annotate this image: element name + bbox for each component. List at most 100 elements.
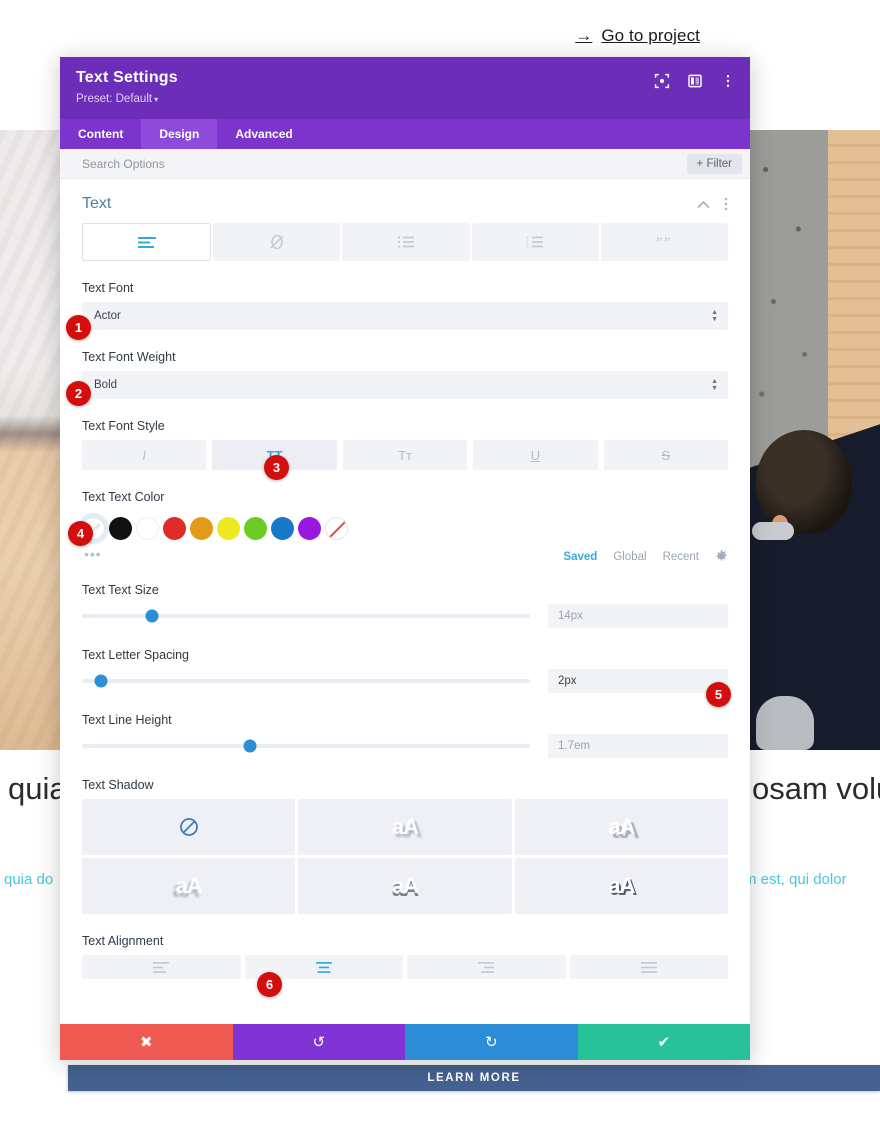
text-font-style-group: I TT Tт U S bbox=[60, 440, 750, 470]
text-font-select[interactable]: Actor ▲ ▼ bbox=[82, 302, 728, 330]
shadow-option-offset-drop[interactable]: aA bbox=[514, 858, 728, 914]
tab-design[interactable]: Design bbox=[141, 119, 218, 149]
tab-content[interactable]: Content bbox=[60, 119, 141, 149]
palette-tab-global[interactable]: Global bbox=[613, 551, 646, 563]
text-type-bullet-list[interactable] bbox=[342, 223, 470, 261]
swatch-blue[interactable] bbox=[271, 517, 294, 540]
shadow-option-hard-drop[interactable]: aA bbox=[514, 799, 728, 855]
kebab-menu-icon[interactable] bbox=[720, 73, 736, 89]
align-left-button[interactable] bbox=[82, 955, 241, 979]
select-arrows-icon: ▲ ▼ bbox=[711, 378, 718, 392]
label-text-font-style: Text Font Style bbox=[82, 419, 165, 433]
align-right-button[interactable] bbox=[407, 955, 566, 979]
page-body-left: quia do bbox=[4, 871, 54, 888]
font-style-smallcaps[interactable]: Tт bbox=[342, 440, 468, 470]
shadow-option-soft-drop[interactable]: aA bbox=[298, 799, 512, 855]
font-style-strikethrough[interactable]: S bbox=[603, 440, 729, 470]
settings-scroll-area[interactable]: Text 1 2 3 ” ” Text Font Actor ▲ ▼ Text … bbox=[60, 179, 750, 1024]
shadow-option-bottom-drop[interactable]: aA bbox=[298, 858, 512, 914]
svg-text:3: 3 bbox=[526, 244, 529, 249]
modal-preset[interactable]: Preset: Default ▾ bbox=[76, 93, 734, 105]
undo-button[interactable]: ↺ bbox=[232, 1024, 405, 1060]
page-body-right: m est, qui dolor bbox=[744, 871, 847, 888]
background-photo-left bbox=[0, 130, 68, 750]
panel-layout-icon[interactable] bbox=[687, 73, 703, 89]
photo-chair bbox=[756, 696, 814, 750]
page-heading-left: quia bbox=[8, 771, 67, 806]
photo-concrete-wall bbox=[750, 130, 828, 460]
color-swatch-row bbox=[60, 511, 750, 540]
text-type-blockquote[interactable]: ” ” bbox=[600, 223, 729, 261]
text-size-slider-row: 14px bbox=[60, 604, 750, 628]
shadow-option-left-drop[interactable]: aA bbox=[82, 858, 296, 914]
slider-knob[interactable] bbox=[145, 609, 159, 623]
paragraph-icon bbox=[137, 237, 156, 248]
swatch-red[interactable] bbox=[163, 517, 186, 540]
save-button[interactable]: ✔ bbox=[577, 1024, 750, 1060]
line-height-slider[interactable] bbox=[82, 736, 548, 756]
swatch-yellow[interactable] bbox=[217, 517, 240, 540]
annotation-badge-3: 3 bbox=[264, 455, 289, 480]
text-font-weight-select[interactable]: Bold ▲ ▼ bbox=[82, 371, 728, 399]
swatch-orange[interactable] bbox=[190, 517, 213, 540]
text-font-weight-value: Bold bbox=[94, 379, 118, 391]
gear-icon[interactable] bbox=[715, 550, 728, 563]
swatch-black[interactable] bbox=[109, 517, 132, 540]
swatch-green[interactable] bbox=[244, 517, 267, 540]
palette-tab-recent[interactable]: Recent bbox=[663, 551, 699, 563]
focus-target-icon[interactable] bbox=[654, 73, 670, 89]
tab-advanced[interactable]: Advanced bbox=[217, 119, 310, 149]
text-shadow-grid: aA aA aA aA aA bbox=[60, 799, 750, 914]
annotation-badge-2: 2 bbox=[66, 381, 91, 406]
label-text-line-height: Text Line Height bbox=[82, 713, 172, 727]
cancel-button[interactable]: ✖ bbox=[60, 1024, 233, 1060]
font-style-italic[interactable]: I bbox=[82, 440, 207, 470]
italic-glyph: I bbox=[142, 447, 147, 463]
font-style-underline[interactable]: U bbox=[473, 440, 598, 470]
swatch-white[interactable] bbox=[136, 517, 159, 540]
photo-person-collar bbox=[752, 522, 794, 540]
text-font-wrap: Actor ▲ ▼ bbox=[60, 302, 750, 330]
text-alignment-group bbox=[60, 955, 750, 985]
annotation-badge-5: 5 bbox=[706, 682, 731, 707]
text-type-link[interactable] bbox=[213, 223, 341, 261]
swatch-none[interactable] bbox=[325, 517, 348, 540]
letter-spacing-value[interactable]: 2px bbox=[548, 669, 728, 693]
blockquote-icon: ” ” bbox=[656, 235, 671, 249]
palette-tab-saved[interactable]: Saved bbox=[563, 551, 597, 563]
label-text-text-size: Text Text Size bbox=[82, 583, 159, 597]
text-type-paragraph[interactable] bbox=[82, 223, 212, 261]
kebab-menu-icon[interactable] bbox=[724, 197, 728, 211]
text-type-numbered-list[interactable]: 1 2 3 bbox=[471, 223, 599, 261]
slider-knob[interactable] bbox=[243, 739, 257, 753]
align-left-icon bbox=[153, 961, 170, 973]
slider-knob[interactable] bbox=[94, 674, 108, 688]
search-input[interactable] bbox=[82, 156, 687, 171]
letter-spacing-slider[interactable] bbox=[82, 671, 548, 691]
modal-action-bar: ✖ ↺ ↻ ✔ bbox=[60, 1024, 750, 1060]
text-size-value[interactable]: 14px bbox=[548, 604, 728, 628]
bullet-list-icon bbox=[397, 236, 414, 248]
svg-text:”: ” bbox=[664, 235, 671, 249]
shadow-preview-glyph: aA bbox=[175, 873, 203, 898]
smallcaps-glyph: Tт bbox=[398, 447, 412, 463]
swatch-purple[interactable] bbox=[298, 517, 321, 540]
learn-more-button[interactable]: LEARN MORE bbox=[68, 1065, 880, 1091]
line-height-value[interactable]: 1.7em bbox=[548, 734, 728, 758]
search-bar: + Filter bbox=[60, 149, 750, 179]
text-size-slider[interactable] bbox=[82, 606, 548, 626]
modal-title: Text Settings bbox=[76, 69, 178, 86]
chevron-up-icon[interactable] bbox=[697, 200, 710, 209]
go-to-project-label: Go to project bbox=[601, 26, 700, 45]
filter-button[interactable]: + Filter bbox=[686, 153, 742, 174]
annotation-badge-4: 4 bbox=[68, 521, 93, 546]
screen: → Go to project quia osam volup quia do … bbox=[0, 0, 880, 1121]
redo-button[interactable]: ↻ bbox=[405, 1024, 578, 1060]
line-height-slider-row: 1.7em bbox=[60, 734, 750, 758]
strikethrough-glyph: S bbox=[661, 447, 671, 463]
shadow-option-none[interactable] bbox=[82, 799, 296, 855]
annotation-badge-1: 1 bbox=[66, 315, 91, 340]
align-justify-button[interactable] bbox=[569, 955, 728, 979]
link-slash-icon bbox=[270, 234, 284, 250]
go-to-project-link[interactable]: → Go to project bbox=[575, 26, 700, 46]
